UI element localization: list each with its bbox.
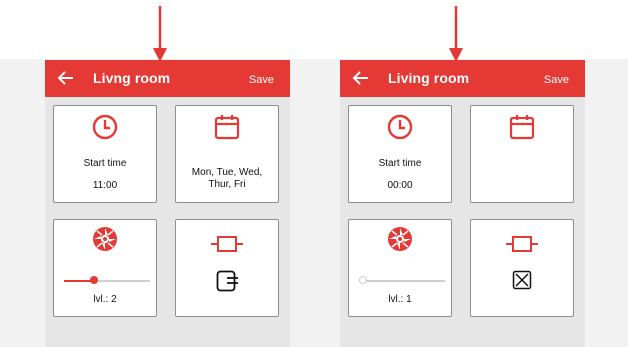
left-screen: Livng room Save Start time 11:00 Mon, Tu…	[45, 60, 290, 347]
app-bar: Livng room Save	[45, 60, 290, 97]
fan-icon	[93, 227, 117, 251]
days-card[interactable]	[470, 105, 574, 203]
save-button[interactable]: Save	[249, 74, 274, 86]
level-slider[interactable]	[359, 276, 445, 286]
mode-icon	[506, 236, 538, 252]
days-line-1: Mon, Tue, Wed,	[191, 167, 263, 178]
clock-icon	[92, 114, 118, 140]
days-line-2: Thur, Fri	[208, 179, 246, 190]
start-time-label: Start time	[83, 158, 127, 169]
level-card[interactable]: lvl.: 2	[53, 219, 157, 317]
slider-fill	[64, 280, 93, 282]
fan-icon	[388, 227, 412, 251]
arrow-down-icon	[449, 6, 463, 62]
slider-track	[359, 280, 445, 282]
days-card[interactable]: Mon, Tue, Wed, Thur, Fri	[175, 105, 279, 203]
clock-icon	[387, 114, 413, 140]
start-time-value: 00:00	[387, 180, 413, 191]
start-time-card[interactable]: Start time 11:00	[53, 105, 157, 203]
calendar-icon	[214, 115, 240, 140]
mode-icon	[211, 236, 243, 252]
save-button[interactable]: Save	[544, 74, 569, 86]
start-time-card[interactable]: Start time 00:00	[348, 105, 452, 203]
switch-card[interactable]	[470, 219, 574, 317]
disabled-icon	[512, 270, 532, 290]
slider-thumb[interactable]	[359, 276, 367, 284]
enabled-icon	[216, 270, 238, 292]
app-bar: Living room Save	[340, 60, 585, 97]
level-card[interactable]: lvl.: 1	[348, 219, 452, 317]
switch-card[interactable]	[175, 219, 279, 317]
page-title: Livng room	[93, 70, 171, 86]
level-label: lvl.: 2	[93, 294, 117, 305]
calendar-icon	[509, 115, 535, 140]
arrow-down-icon	[153, 6, 167, 62]
level-label: lvl.: 1	[388, 294, 412, 305]
arrow-left-icon[interactable]	[352, 69, 370, 87]
start-time-value: 11:00	[92, 180, 118, 191]
slider-thumb[interactable]	[89, 276, 98, 284]
start-time-label: Start time	[378, 158, 422, 169]
right-screen: Living room Save Start time 00:00 lvl.: …	[340, 60, 585, 347]
arrow-left-icon[interactable]	[57, 69, 75, 87]
level-slider[interactable]	[64, 276, 150, 286]
page-title: Living room	[388, 70, 470, 86]
